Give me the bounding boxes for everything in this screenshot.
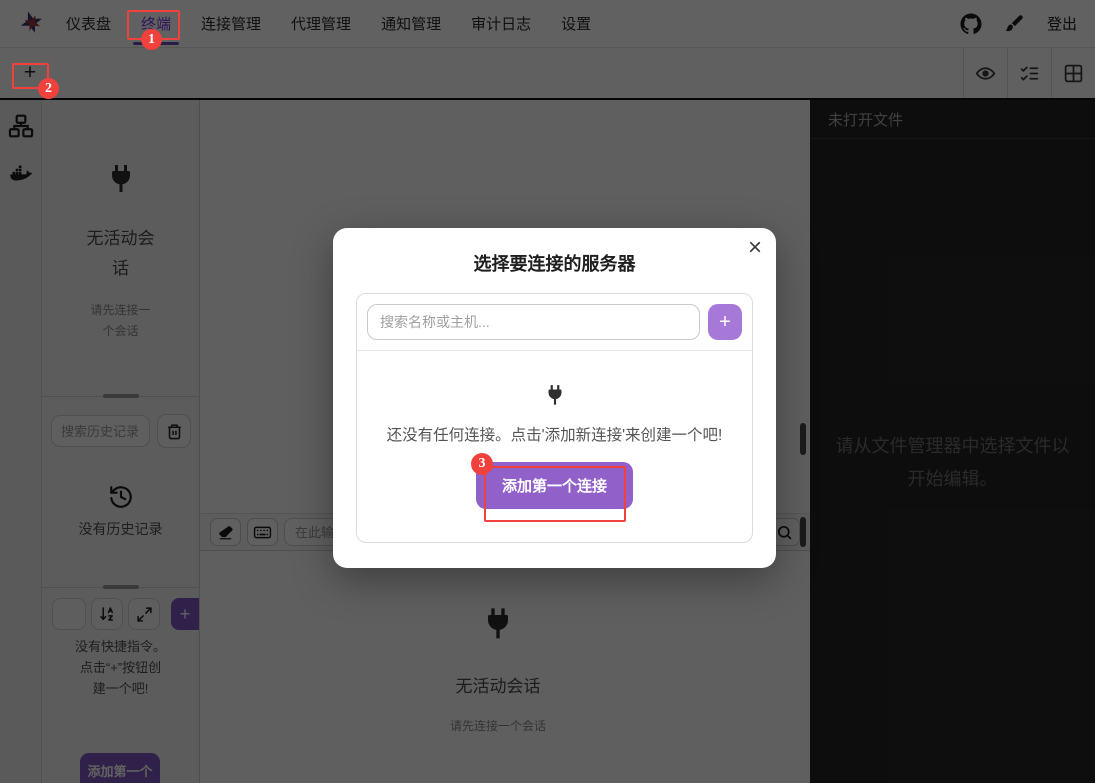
annotation-box-add-first-connection xyxy=(484,466,626,522)
annotation-step-badge: 1 xyxy=(141,29,162,50)
no-connections-text: 还没有任何连接。点击'添加新连接'来创建一个吧! xyxy=(379,422,731,449)
close-icon[interactable]: × xyxy=(748,236,762,260)
annotation-step-badge: 3 xyxy=(471,453,493,475)
app-window: 仪表盘 终端 连接管理 代理管理 通知管理 审计日志 设置 登出 + xyxy=(0,0,1095,783)
modal-title: 选择要连接的服务器 xyxy=(333,250,776,276)
server-search-input[interactable] xyxy=(367,304,700,340)
annotation-step-badge: 2 xyxy=(38,78,59,99)
plug-icon xyxy=(542,383,568,409)
add-connection-button[interactable]: + xyxy=(708,304,742,340)
